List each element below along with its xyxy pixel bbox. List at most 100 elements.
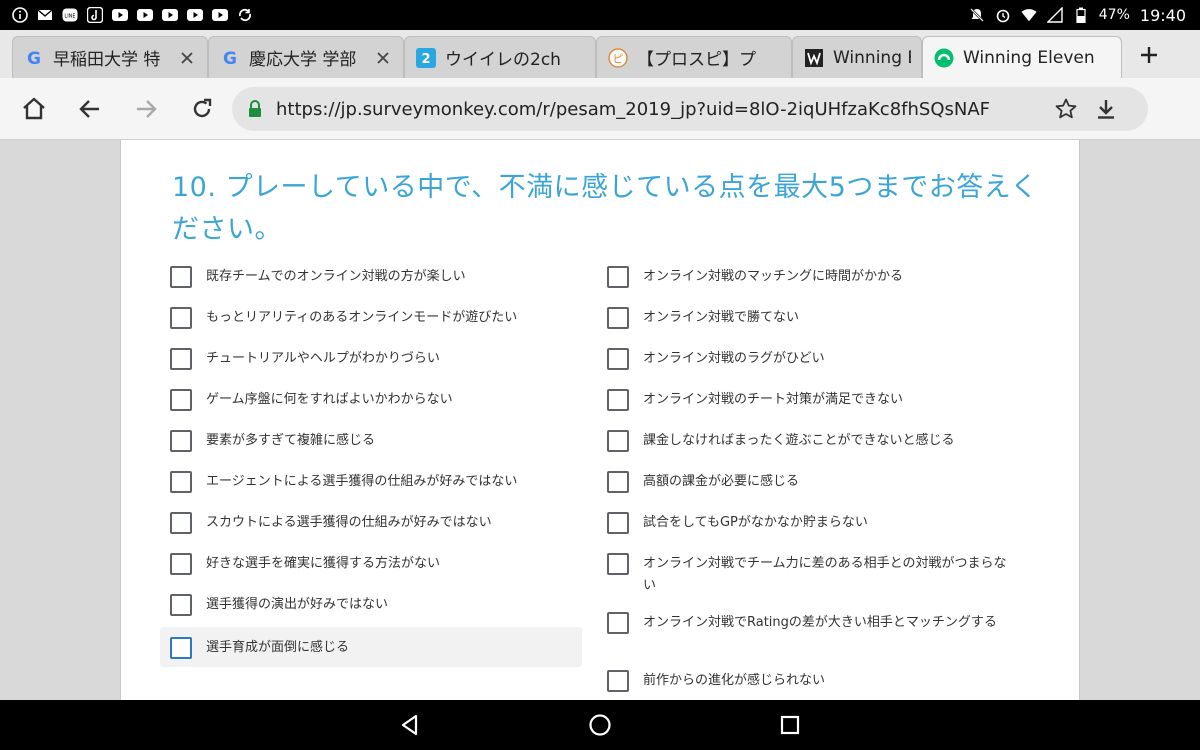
tab-2ch[interactable]: 2 ウイイレの2ch — [404, 36, 596, 78]
option-right-8[interactable]: オンライン対戦でチーム力に差のある相手との対戦がつまらない — [607, 553, 1017, 597]
home-icon[interactable] — [18, 93, 50, 125]
option-left-3[interactable]: チュートリアルやヘルプがわかりづらい — [170, 348, 570, 370]
tiktok-icon — [87, 7, 103, 23]
option-label: エージェントによる選手獲得の仕組みが好みではない — [206, 474, 518, 489]
option-right-6[interactable]: 高額の課金が必要に感じる — [607, 471, 1017, 493]
option-right-4[interactable]: オンライン対戦のチート対策が満足できない — [607, 389, 1017, 411]
checkbox[interactable] — [170, 348, 192, 370]
checkbox[interactable] — [607, 553, 629, 575]
checkbox[interactable] — [170, 594, 192, 616]
youtube-icon — [187, 7, 203, 23]
checkbox[interactable] — [170, 471, 192, 493]
tab-waseda[interactable]: G 早稲田大学 特 — [12, 36, 208, 78]
option-right-5[interactable]: 課金しなければまったく遊ぶことができないと感じる — [607, 430, 1017, 452]
wifi-icon — [1021, 7, 1037, 23]
option-left-1[interactable]: 既存チームでのオンライン対戦の方が楽しい — [170, 266, 570, 288]
option-right-2[interactable]: オンライン対戦で勝てない — [607, 307, 1017, 329]
option-label: オンライン対戦でチーム力に差のある相手との対戦がつまらない — [643, 556, 1007, 593]
option-right-7[interactable]: 試合をしてもGPがなかなか貯まらない — [607, 512, 1017, 534]
svg-text:G: G — [27, 49, 41, 68]
option-label: チュートリアルやヘルプがわかりづらい — [206, 351, 440, 366]
option-label: オンライン対戦のチート対策が満足できない — [643, 392, 904, 407]
option-right-1[interactable]: オンライン対戦のマッチングに時間がかかる — [607, 266, 1017, 288]
option-label: 選手育成が面倒に感じる — [206, 640, 350, 655]
close-icon[interactable] — [373, 48, 393, 68]
svg-text:ピ: ピ — [613, 52, 624, 65]
checkbox[interactable] — [607, 307, 629, 329]
youtube-icon — [162, 7, 178, 23]
tab-title: ウイイレの2ch — [445, 50, 561, 70]
checkbox[interactable] — [607, 670, 629, 692]
google-favicon-icon: G — [219, 47, 241, 69]
download-icon[interactable] — [1090, 93, 1122, 125]
back-triangle-icon[interactable] — [395, 710, 425, 740]
option-label: 前作からの進化が感じられない — [643, 673, 826, 688]
checkbox[interactable] — [170, 307, 192, 329]
tab-winning-eleven-1[interactable]: Winning Eleven — [792, 36, 922, 78]
checkbox[interactable] — [170, 553, 192, 575]
checkbox[interactable] — [607, 430, 629, 452]
option-left-6[interactable]: エージェントによる選手獲得の仕組みが好みではない — [170, 471, 570, 493]
question-title: 10. プレーしている中で、不満に感じている点を最大5つまでお答えください。 — [172, 172, 1038, 245]
youtube-icon — [112, 7, 128, 23]
option-left-5[interactable]: 要素が多すぎて複雑に感じる — [170, 430, 570, 452]
option-label: オンライン対戦のマッチングに時間がかかる — [643, 269, 904, 284]
tab-title: Winning Eleven — [963, 47, 1095, 68]
option-label: オンライン対戦のラグがひどい — [643, 351, 825, 366]
checkbox[interactable] — [170, 512, 192, 534]
svg-text:LINE: LINE — [64, 14, 75, 20]
tab-strip: G 早稲田大学 特 G 慶応大学 学部 2 ウイイレの2ch ピ 【プロスピ】プ… — [0, 30, 1200, 78]
close-icon[interactable] — [177, 48, 197, 68]
option-left-7[interactable]: スカウトによる選手獲得の仕組みが好みではない — [170, 512, 570, 534]
2ch-favicon-icon: 2 — [415, 47, 437, 69]
option-left-9[interactable]: 選手獲得の演出が好みではない — [170, 594, 570, 616]
option-right-9[interactable]: オンライン対戦でRatingの差が大きい相手とマッチングする — [607, 612, 1017, 634]
option-right-10[interactable]: 前作からの進化が感じられない — [607, 670, 1017, 692]
new-tab-plus-icon[interactable] — [1134, 40, 1164, 70]
option-label: もっとリアリティのあるオンラインモードが遊びたい — [206, 310, 518, 325]
option-right-3[interactable]: オンライン対戦のラグがひどい — [607, 348, 1017, 370]
checkbox[interactable] — [607, 389, 629, 411]
checkbox[interactable] — [607, 266, 629, 288]
option-label: 高額の課金が必要に感じる — [643, 474, 800, 489]
tab-winning-eleven-active[interactable]: Winning Eleven — [922, 36, 1122, 78]
checkbox[interactable] — [607, 348, 629, 370]
checkbox[interactable] — [170, 389, 192, 411]
url-text[interactable]: https://jp.surveymonkey.com/r/pesam_2019… — [276, 99, 1042, 120]
google-favicon-icon: G — [23, 47, 45, 69]
checkbox[interactable] — [607, 612, 629, 634]
youtube-icon — [212, 7, 228, 23]
option-label: オンライン対戦でRatingの差が大きい相手とマッチングする — [643, 615, 997, 630]
checkbox[interactable] — [170, 430, 192, 452]
tab-prospi[interactable]: ピ 【プロスピ】プ — [596, 36, 792, 78]
tab-keio[interactable]: G 慶応大学 学部 — [208, 36, 404, 78]
recents-square-icon[interactable] — [775, 710, 805, 740]
star-icon[interactable] — [1050, 93, 1082, 125]
clock: 19:40 — [1139, 5, 1186, 25]
option-label: 試合をしてもGPがなかなか貯まらない — [643, 515, 868, 530]
option-left-4[interactable]: ゲーム序盤に何をすればよいかわからない — [170, 389, 570, 411]
info-icon — [12, 7, 28, 23]
option-label: 好きな選手を確実に獲得する方法がない — [206, 556, 441, 571]
navigation-bar — [0, 700, 1200, 750]
home-circle-icon[interactable] — [585, 710, 615, 740]
forward-arrow-icon[interactable] — [130, 93, 162, 125]
tab-title: 慶応大学 学部 — [249, 50, 357, 70]
checkbox[interactable] — [607, 512, 629, 534]
shield-favicon-icon — [803, 47, 825, 69]
checkbox[interactable] — [170, 637, 192, 659]
option-left-2[interactable]: もっとリアリティのあるオンラインモードが遊びたい — [170, 307, 570, 329]
option-label: 課金しなければまったく遊ぶことができないと感じる — [643, 433, 955, 448]
option-left-10[interactable]: 選手育成が面倒に感じる — [160, 627, 582, 667]
option-left-8[interactable]: 好きな選手を確実に獲得する方法がない — [170, 553, 570, 575]
prospi-favicon-icon: ピ — [607, 47, 629, 69]
notification-icons: LINE — [12, 7, 253, 23]
line-icon: LINE — [62, 7, 78, 23]
option-label: 要素が多すぎて複雑に感じる — [206, 433, 376, 448]
back-arrow-icon[interactable] — [74, 93, 106, 125]
address-bar[interactable]: https://jp.surveymonkey.com/r/pesam_2019… — [232, 87, 1148, 131]
reload-icon[interactable] — [186, 93, 218, 125]
checkbox[interactable] — [170, 266, 192, 288]
svg-text:G: G — [223, 49, 237, 68]
checkbox[interactable] — [607, 471, 629, 493]
